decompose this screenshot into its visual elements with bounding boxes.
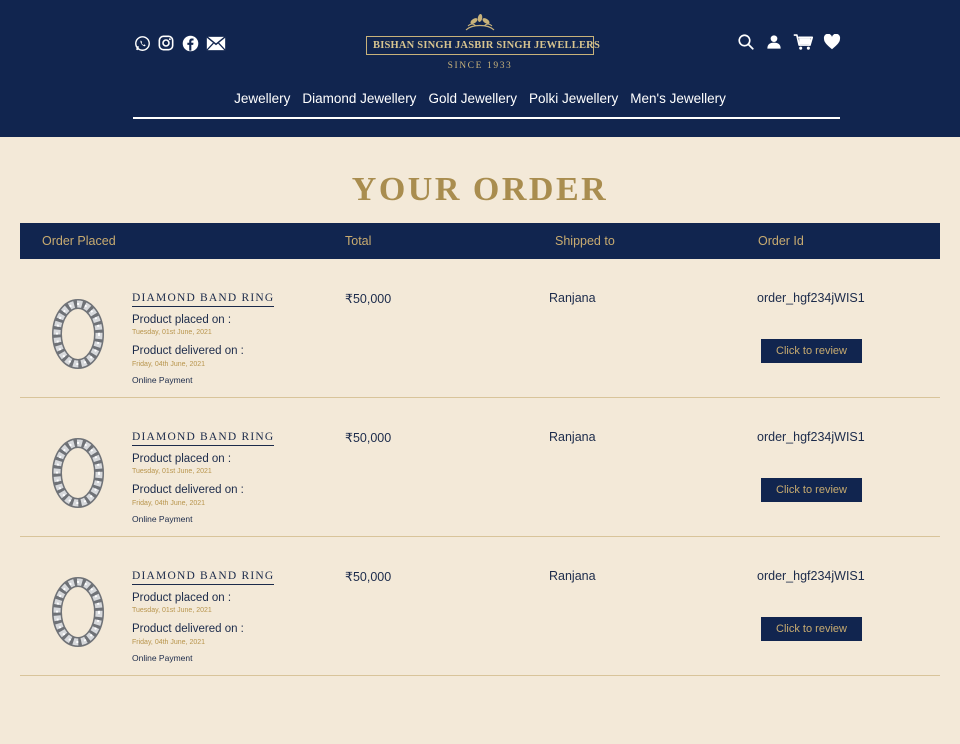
product-name[interactable]: DIAMOND BAND RING xyxy=(132,292,275,307)
nav-divider xyxy=(133,117,840,119)
header-order-placed: Order Placed xyxy=(42,234,116,248)
whatsapp-icon[interactable] xyxy=(133,34,151,52)
payment-method: Online Payment xyxy=(132,653,193,663)
nav-jewellery[interactable]: Jewellery xyxy=(234,91,290,106)
search-icon[interactable] xyxy=(737,33,755,51)
utility-icons xyxy=(737,33,841,51)
header-total: Total xyxy=(345,234,372,248)
header-shipped-to: Shipped to xyxy=(555,234,615,248)
delivered-label: Product delivered on : xyxy=(132,484,244,496)
placed-label: Product placed on : xyxy=(132,453,232,465)
order-id: order_hgf234jWIS1 xyxy=(757,569,865,583)
review-button[interactable]: Click to review xyxy=(761,339,862,363)
order-row: DIAMOND BAND RING Product placed on : Tu… xyxy=(20,398,940,537)
order-id: order_hgf234jWIS1 xyxy=(757,430,865,444)
brand-logo[interactable]: BISHAN SINGH JASBIR SINGH JEWELLERS SINC… xyxy=(366,12,600,71)
delivered-date: Friday, 04th June, 2021 xyxy=(132,361,206,368)
heart-icon[interactable] xyxy=(823,33,841,51)
diamond-ring-image xyxy=(52,577,104,647)
nav-diamond-jewellery[interactable]: Diamond Jewellery xyxy=(302,91,416,106)
page-title: YOUR ORDER xyxy=(351,171,609,208)
brand-name: BISHAN SINGH JASBIR SINGH JEWELLERS xyxy=(366,36,600,55)
main-nav: Jewellery Diamond Jewellery Gold Jewelle… xyxy=(0,91,960,106)
placed-date: Tuesday, 01st June, 2021 xyxy=(132,468,212,475)
order-id: order_hgf234jWIS1 xyxy=(757,291,865,305)
delivered-date: Friday, 04th June, 2021 xyxy=(132,639,206,646)
payment-method: Online Payment xyxy=(132,375,193,385)
review-button[interactable]: Click to review xyxy=(761,617,862,641)
product-name[interactable]: DIAMOND BAND RING xyxy=(132,570,275,585)
site-header: BISHAN SINGH JASBIR SINGH JEWELLERS SINC… xyxy=(0,0,960,137)
orders-table-header: Order Placed Total Shipped to Order Id xyxy=(20,223,940,259)
leaf-emblem-icon xyxy=(465,14,495,31)
order-row: DIAMOND BAND RING Product placed on : Tu… xyxy=(20,537,940,676)
instagram-icon[interactable] xyxy=(157,34,175,52)
delivered-date: Friday, 04th June, 2021 xyxy=(132,500,206,507)
placed-date: Tuesday, 01st June, 2021 xyxy=(132,607,212,614)
product-name[interactable]: DIAMOND BAND RING xyxy=(132,431,275,446)
delivered-label: Product delivered on : xyxy=(132,623,244,635)
nav-mens-jewellery[interactable]: Men's Jewellery xyxy=(630,91,726,106)
diamond-ring-image xyxy=(52,438,104,508)
order-total: ₹50,000 xyxy=(345,570,392,584)
order-row: DIAMOND BAND RING Product placed on : Tu… xyxy=(20,259,940,398)
shipped-to: Ranjana xyxy=(549,569,596,583)
header-order-id: Order Id xyxy=(758,234,804,248)
facebook-icon[interactable] xyxy=(181,34,199,52)
order-total: ₹50,000 xyxy=(345,292,392,306)
shipped-to: Ranjana xyxy=(549,291,596,305)
order-total: ₹50,000 xyxy=(345,431,392,445)
payment-method: Online Payment xyxy=(132,514,193,524)
shipped-to: Ranjana xyxy=(549,430,596,444)
nav-polki-jewellery[interactable]: Polki Jewellery xyxy=(529,91,618,106)
placed-date: Tuesday, 01st June, 2021 xyxy=(132,329,212,336)
delivered-label: Product delivered on : xyxy=(132,345,244,357)
review-button[interactable]: Click to review xyxy=(761,478,862,502)
nav-gold-jewellery[interactable]: Gold Jewellery xyxy=(428,91,517,106)
placed-label: Product placed on : xyxy=(132,314,232,326)
user-icon[interactable] xyxy=(765,33,783,51)
mail-icon[interactable] xyxy=(205,34,227,52)
cart-icon[interactable] xyxy=(793,33,813,51)
placed-label: Product placed on : xyxy=(132,592,232,604)
social-links xyxy=(133,34,227,52)
brand-since: SINCE 1933 xyxy=(447,61,513,71)
diamond-ring-image xyxy=(52,299,104,369)
